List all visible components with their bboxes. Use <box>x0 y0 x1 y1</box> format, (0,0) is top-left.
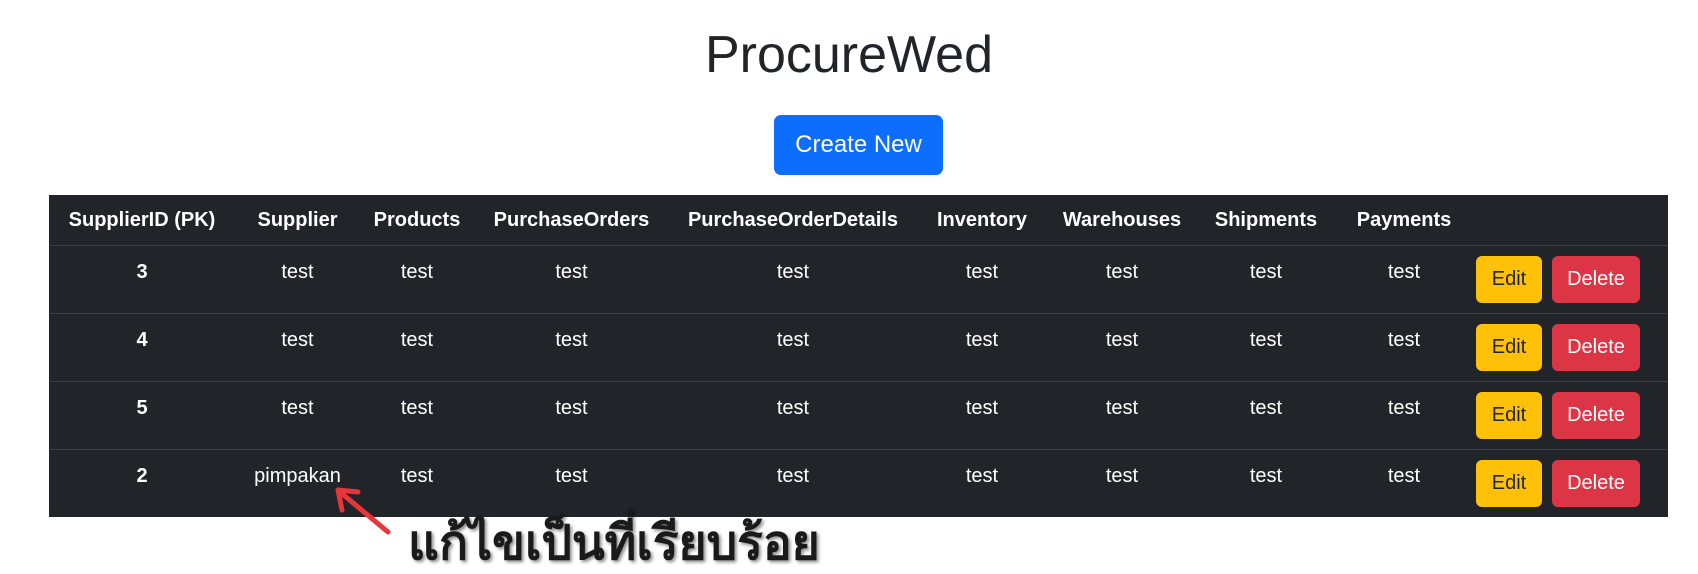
column-header-warehouses: Warehouses <box>1047 195 1197 246</box>
purchase-orders-cell: test <box>555 465 588 487</box>
edit-button[interactable]: Edit <box>1476 392 1542 439</box>
page-title: ProcureWed <box>704 26 994 84</box>
inventory-cell: test <box>917 245 1047 314</box>
supplier-id-cell: 4 <box>49 313 235 382</box>
edit-button[interactable]: Edit <box>1476 256 1542 303</box>
supplier-cell: test <box>235 313 360 382</box>
edit-button[interactable]: Edit <box>1476 460 1542 507</box>
products-cell: test <box>360 313 474 382</box>
supplier-id-cell: 2 <box>136 465 148 487</box>
products-cell: test <box>360 381 474 450</box>
supplier-id-cell: 3 <box>49 245 235 314</box>
delete-button[interactable]: Delete <box>1552 460 1640 507</box>
table-row: 5 test test test test test test test tes… <box>49 381 1668 450</box>
create-new-button[interactable]: Create New <box>774 115 943 175</box>
delete-button[interactable]: Delete <box>1552 324 1640 371</box>
column-header-products: Products <box>360 195 474 246</box>
shipments-cell: test <box>1197 313 1335 382</box>
table-header-row: SupplierID (PK) Supplier Products Purcha… <box>49 195 1668 246</box>
column-header-actions <box>1473 195 1668 246</box>
column-header-payments: Payments <box>1335 195 1473 246</box>
delete-button[interactable]: Delete <box>1552 392 1640 439</box>
delete-button[interactable]: Delete <box>1552 256 1640 303</box>
inventory-cell: test <box>917 381 1047 450</box>
warehouses-cell: test <box>1047 381 1197 450</box>
products-cell: test <box>360 245 474 314</box>
actions-cell: Edit Delete <box>1473 381 1668 450</box>
purchase-order-details-cell: test <box>669 245 917 314</box>
column-header-shipments: Shipments <box>1197 195 1335 246</box>
warehouses-cell: test <box>1047 245 1197 314</box>
table-row: 2 pimpakan test test test test test test… <box>49 450 1668 518</box>
column-header-purchase-order-details: PurchaseOrderDetails <box>669 195 917 246</box>
suppliers-table-container: SupplierID (PK) Supplier Products Purcha… <box>49 195 1668 517</box>
purchase-order-details-cell: test <box>669 381 917 450</box>
payments-cell: test <box>1335 381 1473 450</box>
supplier-id-cell: 5 <box>49 381 235 450</box>
actions-cell: Edit Delete <box>1473 313 1668 382</box>
arrow-icon <box>335 487 391 535</box>
shipments-cell: test <box>1197 245 1335 314</box>
purchase-orders-cell: test <box>474 381 669 450</box>
purchase-orders-cell: test <box>474 313 669 382</box>
purchase-orders-cell: test <box>474 245 669 314</box>
column-header-supplier: Supplier <box>235 195 360 246</box>
purchase-order-details-cell: test <box>669 313 917 382</box>
suppliers-table: SupplierID (PK) Supplier Products Purcha… <box>49 195 1668 517</box>
actions-cell: Edit Delete <box>1473 245 1668 314</box>
shipments-cell: test <box>1197 381 1335 450</box>
payments-cell: test <box>1335 313 1473 382</box>
payments-cell: test <box>1335 245 1473 314</box>
edit-button[interactable]: Edit <box>1476 324 1542 371</box>
supplier-cell: test <box>235 245 360 314</box>
column-header-inventory: Inventory <box>917 195 1047 246</box>
actions-cell: Edit Delete <box>1473 450 1668 518</box>
inventory-cell: test <box>917 313 1047 382</box>
table-row: 4 test test test test test test test tes… <box>49 313 1668 382</box>
annotation-text: แก้ไขเป็นที่เรียบร้อย <box>408 515 820 571</box>
column-header-supplier-id: SupplierID (PK) <box>49 195 235 246</box>
purchase-order-details-cell: test <box>776 465 810 487</box>
payments-cell: test <box>1387 465 1421 487</box>
table-row: 3 test test test test test test test tes… <box>49 245 1668 314</box>
warehouses-cell: test <box>1105 465 1139 487</box>
shipments-cell: test <box>1249 465 1283 487</box>
warehouses-cell: test <box>1047 313 1197 382</box>
column-header-purchase-orders: PurchaseOrders <box>474 195 669 246</box>
supplier-cell: test <box>235 381 360 450</box>
inventory-cell: test <box>965 465 999 487</box>
